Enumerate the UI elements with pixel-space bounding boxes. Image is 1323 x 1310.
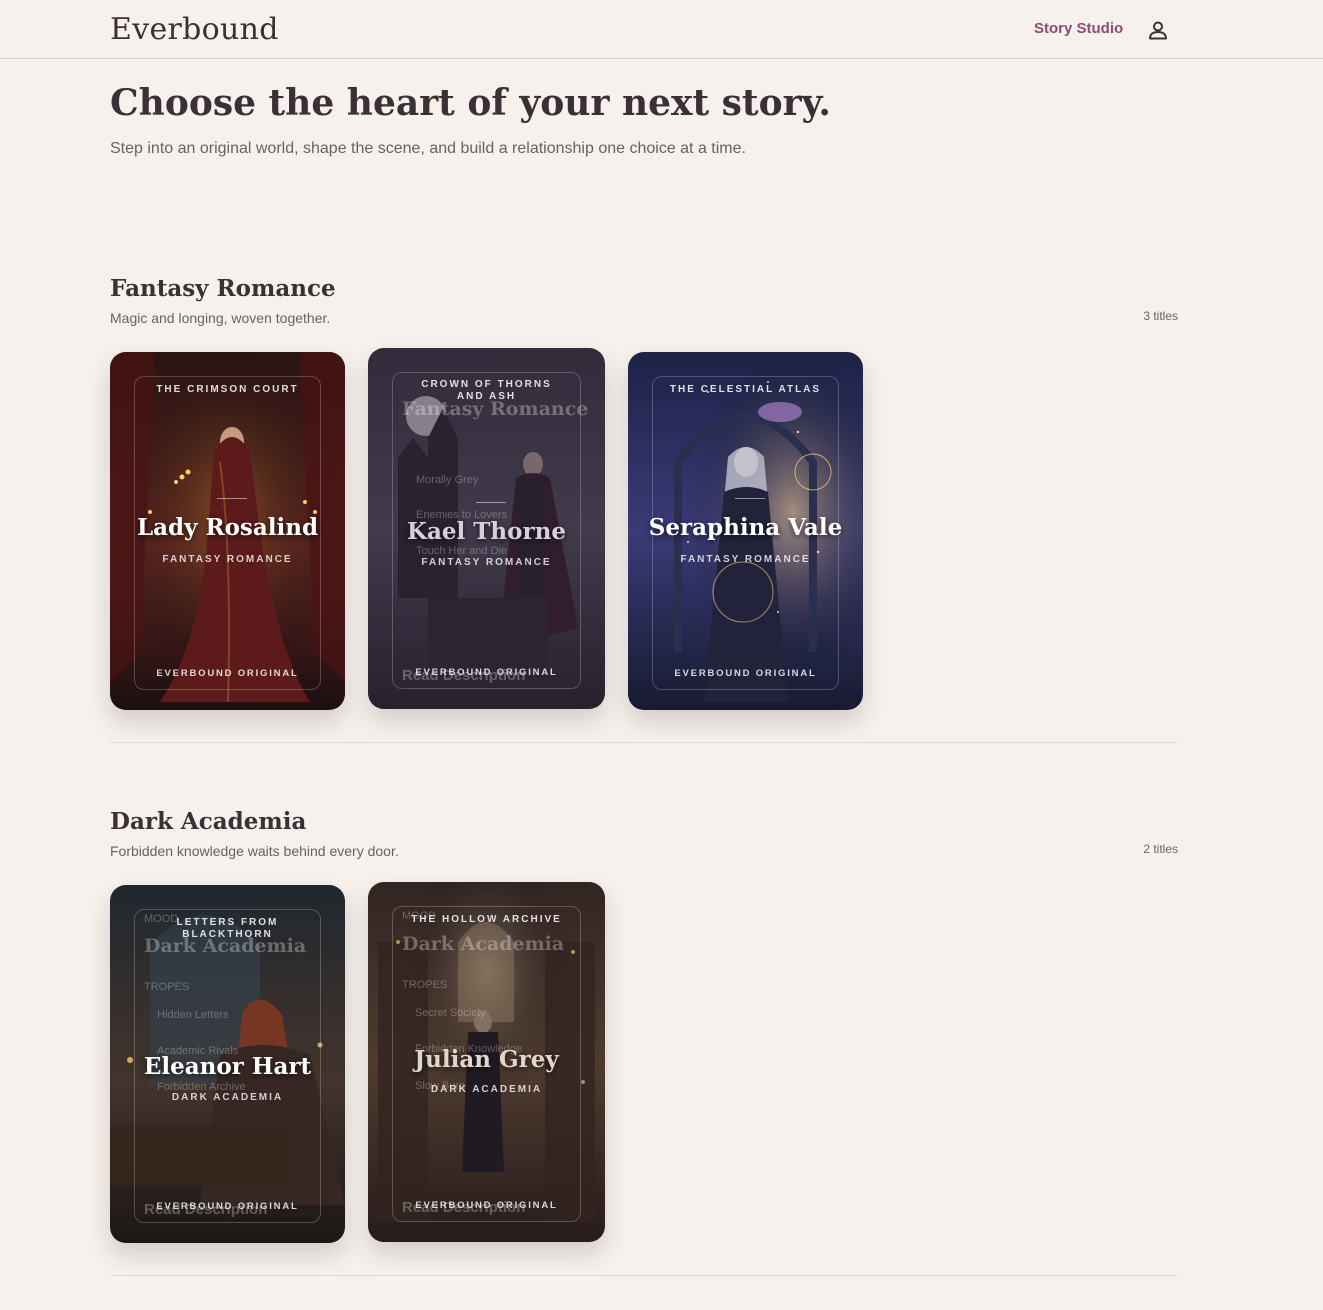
story-card-kael-thorne[interactable]: Fantasy Romance Morally Grey Enemies to … [368, 348, 605, 709]
card-character-name: Kael Thorne [407, 518, 566, 545]
ghost-genre-title: Dark Academia [402, 933, 565, 955]
section-title: Dark Academia [110, 808, 307, 835]
card-series: THE CRIMSON COURT [156, 384, 299, 395]
section-divider [110, 742, 1178, 743]
section-dark-academia: Dark Academia Forbidden knowledge waits … [110, 808, 1178, 1278]
card-divider [217, 498, 247, 499]
ghost-trope: Touch Her and Die [416, 545, 508, 557]
story-card-eleanor-hart[interactable]: MOOD Dark Academia TROPES Hidden Letters… [110, 885, 345, 1243]
card-series: LETTERS FROM BLACKTHORN [176, 917, 279, 940]
story-card-seraphina-vale[interactable]: THE CELESTIAL ATLAS Seraphina Vale FANTA… [628, 352, 863, 710]
card-series: THE HOLLOW ARCHIVE [411, 914, 562, 925]
card-genre: FANTASY ROMANCE [680, 554, 811, 565]
section-fantasy-romance: Fantasy Romance Magic and longing, woven… [110, 275, 1178, 745]
card-character-name: Seraphina Vale [648, 514, 843, 541]
card-genre: FANTASY ROMANCE [421, 557, 552, 568]
card-genre: FANTASY ROMANCE [162, 554, 293, 565]
card-genre: DARK ACADEMIA [430, 1084, 543, 1095]
title-count: 3 titles [1143, 309, 1178, 323]
ghost-trope: Morally Grey [416, 474, 479, 486]
card-badge: EVERBOUND ORIGINAL [674, 668, 817, 679]
card-character-name: Eleanor Hart [143, 1053, 312, 1080]
card-character-name: Julian Grey [414, 1046, 559, 1073]
user-icon [1149, 21, 1167, 40]
card-divider [476, 502, 506, 503]
ghost-tropes-label: TROPES [402, 979, 448, 991]
section-divider [110, 1275, 1178, 1276]
ghost-trope: Secret Society [415, 1007, 486, 1019]
logo[interactable]: Everbound [110, 12, 279, 47]
card-divider [735, 498, 765, 499]
story-card-lady-rosalind[interactable]: THE CRIMSON COURT Lady Rosalind FANTASY … [110, 352, 345, 710]
card-badge: EVERBOUND ORIGINAL [415, 667, 558, 678]
story-card-julian-grey[interactable]: MOOD Dark Academia TROPES Secret Society… [368, 882, 605, 1242]
page-title: Choose the heart of your next story. [110, 82, 831, 124]
card-series: CROWN OF THORNS AND ASH [421, 379, 552, 402]
account-button[interactable] [1147, 19, 1169, 41]
section-title: Fantasy Romance [110, 275, 336, 302]
card-character-name: Lady Rosalind [136, 514, 319, 541]
section-subtitle: Forbidden knowledge waits behind every d… [110, 843, 399, 859]
section-subtitle: Magic and longing, woven together. [110, 310, 331, 326]
story-studio-link[interactable]: Story Studio [1034, 20, 1123, 37]
card-series: THE CELESTIAL ATLAS [669, 384, 822, 395]
page-subtitle: Step into an original world, shape the s… [110, 140, 746, 157]
card-badge: EVERBOUND ORIGINAL [415, 1200, 558, 1211]
ghost-trope: Hidden Letters [157, 1009, 229, 1021]
top-nav: Everbound Story Studio [0, 0, 1323, 59]
ghost-tropes-label: TROPES [144, 981, 190, 993]
card-genre: DARK ACADEMIA [171, 1092, 284, 1103]
card-badge: EVERBOUND ORIGINAL [156, 668, 299, 679]
title-count: 2 titles [1143, 842, 1178, 856]
card-badge: EVERBOUND ORIGINAL [156, 1201, 299, 1212]
